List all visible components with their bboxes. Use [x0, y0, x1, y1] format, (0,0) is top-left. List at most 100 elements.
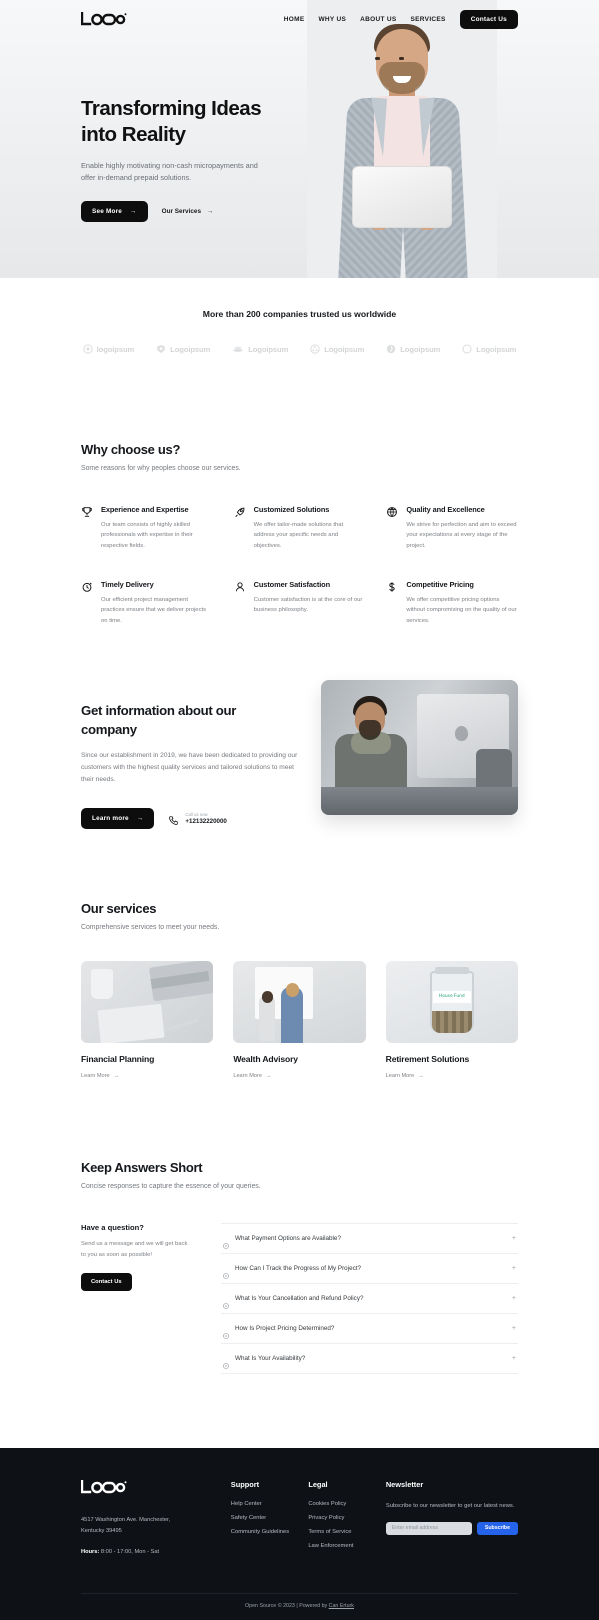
- client-logo-label: Logoipsum: [400, 344, 441, 354]
- footer-column-title: Support: [230, 1480, 260, 1490]
- service-card[interactable]: Financial Planning Learn More →: [81, 961, 214, 1082]
- nav-contact-us-button[interactable]: Contact Us: [459, 9, 518, 29]
- faq-contact-us-button[interactable]: Contact Us: [81, 1272, 132, 1291]
- address-line-1: 4517 Washington Ave. Manchester,: [81, 1517, 171, 1524]
- client-logo-label: Logoipsum: [324, 344, 365, 354]
- main-navigation: HOME WHY US ABOUT US SERVICES Contact Us: [0, 0, 599, 38]
- landing-page: HOME WHY US ABOUT US SERVICES Contact Us…: [0, 0, 599, 1620]
- author-link[interactable]: Can Erturk: [329, 1603, 354, 1609]
- feature-text: Our efficient project management practic…: [101, 596, 207, 624]
- newsletter-email-input[interactable]: [385, 1521, 472, 1535]
- footer-link-terms-of-service[interactable]: Terms of Service: [308, 1529, 386, 1535]
- trusted-title: More than 200 companies trusted us world…: [202, 309, 397, 319]
- expand-icon[interactable]: +: [512, 1355, 516, 1362]
- feature-title: Quality and Excellence: [406, 505, 485, 514]
- flower-icon: [310, 344, 320, 354]
- service-card[interactable]: House Fund Retirement Solutions Learn Mo…: [385, 961, 518, 1082]
- footer-link-help-center[interactable]: Help Center: [231, 1501, 309, 1507]
- service-learn-more-link[interactable]: Learn More →: [386, 1073, 424, 1079]
- client-logo-label: logoipsum: [96, 344, 135, 354]
- learn-more-button[interactable]: Learn more →: [81, 808, 155, 830]
- feature-card: Customized Solutions We offer tailor-mad…: [234, 505, 366, 551]
- about-actions: Learn more → Call us now +12132220000: [81, 808, 301, 830]
- brand-logo[interactable]: [81, 12, 127, 26]
- footer-brand-column: 4517 Washington Ave. Manchester, Kentuck…: [80, 1480, 231, 1557]
- service-learn-more-link[interactable]: Learn More →: [81, 1073, 119, 1079]
- dollar-icon: [386, 580, 398, 626]
- waves-icon: [232, 344, 244, 354]
- faq-item[interactable]: How Can I Track the Progress of My Proje…: [221, 1253, 518, 1283]
- client-logo-label: Logoipsum: [248, 344, 289, 354]
- copyright-text: Open Source © 2023 | Powered by: [245, 1603, 329, 1610]
- feature-title: Experience and Expertise: [101, 505, 189, 514]
- faq-question: What Payment Options are Available?: [235, 1235, 341, 1243]
- arrow-right-icon: →: [418, 1073, 424, 1080]
- client-logo: Logoipsum: [462, 344, 516, 354]
- footer-link-law-enforcement[interactable]: Law Enforcement: [308, 1543, 386, 1549]
- arrow-right-icon: →: [113, 1073, 120, 1080]
- hero-title-line-2: into Reality: [81, 123, 186, 147]
- services-subtitle: Comprehensive services to meet your need…: [81, 924, 220, 932]
- globe-icon: [386, 505, 398, 551]
- about-text-column: Get information about our company Since …: [81, 702, 301, 830]
- footer-logo[interactable]: [80, 1480, 231, 1499]
- user-icon: [234, 580, 246, 626]
- service-link-label: Learn More: [81, 1073, 110, 1080]
- trusted-by-section: More than 200 companies trusted us world…: [0, 278, 599, 398]
- footer-link-cookies-policy[interactable]: Cookies Policy: [308, 1501, 386, 1507]
- footer-link-privacy-policy[interactable]: Privacy Policy: [308, 1515, 386, 1521]
- service-image-retirement-solutions: House Fund: [385, 961, 518, 1044]
- expand-icon[interactable]: +: [512, 1265, 516, 1272]
- nav-link-about-us[interactable]: ABOUT US: [360, 16, 396, 23]
- nav-link-services[interactable]: SERVICES: [411, 16, 446, 23]
- newsletter-subscribe-button[interactable]: Subscribe: [476, 1521, 518, 1535]
- feature-card: Customer Satisfaction Customer satisfact…: [234, 580, 366, 626]
- nav-link-why-us[interactable]: WHY US: [318, 16, 346, 23]
- client-logo-row: logoipsum Logoipsum Logoipsum Logoipsum: [0, 344, 599, 354]
- trophy-icon: [81, 505, 93, 551]
- site-footer: 4517 Washington Ave. Manchester, Kentuck…: [0, 1448, 599, 1620]
- about-title-line-2: company: [81, 721, 137, 737]
- service-link-label: Learn More: [233, 1073, 262, 1080]
- question-mark-icon: [223, 1356, 229, 1369]
- newsletter-title: Newsletter: [385, 1480, 424, 1490]
- footer-link-safety-center[interactable]: Safety Center: [231, 1515, 309, 1521]
- shield-icon: [156, 344, 166, 354]
- service-image-wealth-advisory: [233, 961, 366, 1044]
- faq-item[interactable]: What Payment Options are Available? +: [221, 1223, 518, 1253]
- feature-card: Experience and Expertise Our team consis…: [81, 505, 213, 551]
- service-name: Financial Planning: [81, 1054, 155, 1065]
- footer-address: 4517 Washington Ave. Manchester, Kentuck…: [81, 1515, 231, 1536]
- feature-text: Customer satisfaction is at the core of …: [253, 596, 363, 614]
- feature-text: We strive for perfection and aim to exce…: [406, 522, 517, 549]
- about-title-line-1: Get information about our: [81, 702, 237, 718]
- feature-title: Customer Satisfaction: [253, 579, 330, 589]
- faq-question: How Is Project Pricing Determined?: [235, 1325, 335, 1333]
- our-services-button[interactable]: Our Services →: [162, 208, 214, 215]
- footer-column-legal: Legal Cookies Policy Privacy Policy Term…: [308, 1480, 386, 1557]
- footer-hours: Hours: 8:00 - 17:00, Mon - Sat: [81, 1549, 231, 1555]
- client-logo-label: Logoipsum: [476, 344, 517, 354]
- faq-subtitle: Concise responses to capture the essence…: [81, 1183, 261, 1191]
- service-card[interactable]: Wealth Advisory Learn More →: [233, 961, 366, 1082]
- client-logo: Logoipsum: [156, 344, 210, 354]
- nav-link-home[interactable]: HOME: [284, 16, 305, 23]
- question-mark-icon: [223, 1326, 229, 1339]
- expand-icon[interactable]: +: [512, 1235, 516, 1242]
- expand-icon[interactable]: +: [512, 1295, 516, 1302]
- about-text: Since our establishment in 2019, we have…: [81, 752, 298, 784]
- faq-item[interactable]: What Is Your Cancellation and Refund Pol…: [221, 1283, 518, 1313]
- service-image-financial-planning: [81, 961, 214, 1044]
- footer-link-community-guidelines[interactable]: Community Guidelines: [231, 1529, 309, 1535]
- see-more-button[interactable]: See More →: [81, 200, 148, 222]
- call-us-label: Call us now: [185, 812, 208, 818]
- faq-question: What Is Your Availability?: [235, 1355, 306, 1363]
- faq-item[interactable]: What Is Your Availability? +: [221, 1343, 518, 1375]
- faq-question: How Can I Track the Progress of My Proje…: [235, 1265, 361, 1273]
- faq-item[interactable]: How Is Project Pricing Determined? +: [221, 1313, 518, 1343]
- expand-icon[interactable]: +: [512, 1325, 516, 1332]
- feature-title: Competitive Pricing: [406, 579, 474, 589]
- call-us-block[interactable]: Call us now +12132220000: [168, 812, 227, 825]
- hero-buttons: See More → Our Services →: [81, 200, 341, 222]
- service-learn-more-link[interactable]: Learn More →: [233, 1073, 271, 1079]
